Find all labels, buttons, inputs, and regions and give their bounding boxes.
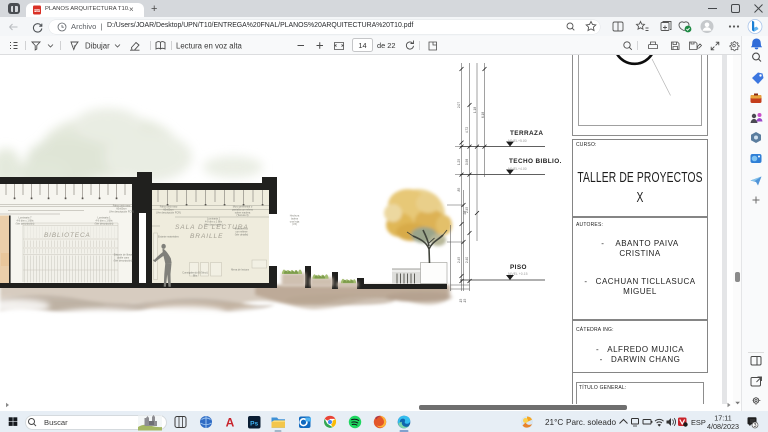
svg-text:A: A [226,416,235,430]
svg-text:6.18: 6.18 [481,112,485,118]
svg-text:1.18: 1.18 [473,107,477,113]
svg-text:4/08/2023: 4/08/2023 [707,422,739,431]
svg-text:14: 14 [358,41,366,50]
svg-text:2.40: 2.40 [465,257,469,263]
svg-text:.98: .98 [463,211,467,216]
svg-text:.85: .85 [457,188,461,193]
svg-text:4.72: 4.72 [465,127,469,133]
svg-text:.15: .15 [463,299,467,304]
svg-text:de 22: de 22 [377,41,396,50]
svg-text:PDF: PDF [34,9,40,13]
svg-text:ESP: ESP [691,418,706,427]
svg-text:21°C: 21°C [545,418,563,427]
svg-text:2.45: 2.45 [457,257,461,263]
svg-text:Parc. soleado: Parc. soleado [566,418,617,427]
svg-text:1.25: 1.25 [457,159,461,165]
svg-text:2.07: 2.07 [457,102,461,108]
svg-text:0.98: 0.98 [465,159,469,165]
svg-text:3: 3 [753,423,756,429]
svg-text:Dibujar: Dibujar [85,42,110,51]
svg-text:Lectura en voz alta: Lectura en voz alta [176,42,243,51]
svg-text:Ps: Ps [250,420,258,427]
